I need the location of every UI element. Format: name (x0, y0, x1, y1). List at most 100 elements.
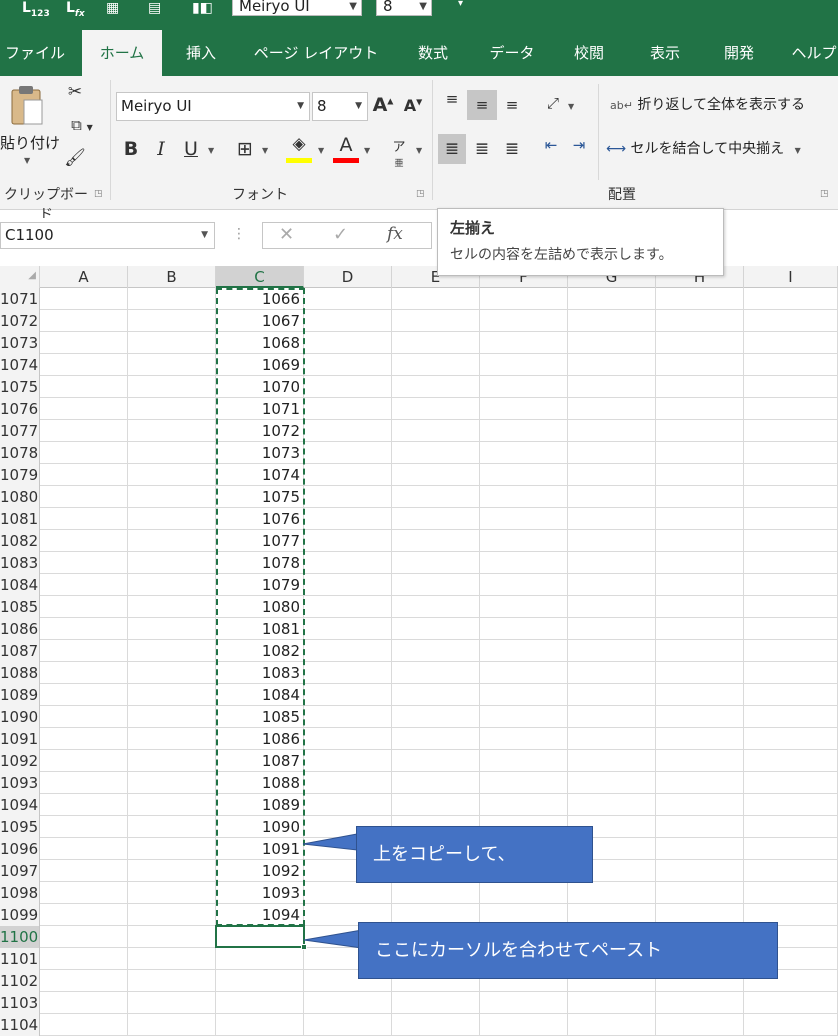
cell[interactable] (40, 574, 128, 596)
chevron-down-icon[interactable]: ▼ (208, 146, 214, 155)
cell[interactable] (304, 486, 392, 508)
row-header[interactable]: 1083 (0, 552, 40, 574)
underline-button[interactable]: U (180, 138, 202, 160)
format-number-icon[interactable]: ▦ (106, 0, 119, 18)
cell[interactable] (744, 376, 838, 398)
cell[interactable] (480, 596, 568, 618)
cell[interactable] (568, 684, 656, 706)
cell[interactable] (40, 662, 128, 684)
cell[interactable] (128, 772, 216, 794)
cell[interactable] (392, 508, 480, 530)
cell[interactable] (568, 1014, 656, 1036)
cell[interactable] (568, 464, 656, 486)
paste-formulas-icon[interactable]: Lfx (66, 0, 85, 19)
tab-formulas[interactable]: 数式 (404, 30, 462, 76)
cell[interactable] (128, 904, 216, 926)
cell[interactable] (392, 772, 480, 794)
cell[interactable] (304, 574, 392, 596)
tab-data[interactable]: データ (480, 30, 544, 76)
cell[interactable] (656, 398, 744, 420)
cell[interactable] (304, 464, 392, 486)
cell[interactable] (392, 992, 480, 1014)
cell[interactable] (656, 596, 744, 618)
cell[interactable] (128, 486, 216, 508)
cell[interactable] (744, 508, 838, 530)
insert-function-icon[interactable]: fx (387, 224, 403, 244)
row-header[interactable]: 1097 (0, 860, 40, 882)
cell[interactable] (744, 684, 838, 706)
resize-handle-icon[interactable]: ⋮ (232, 226, 246, 242)
cell[interactable] (392, 618, 480, 640)
cell[interactable] (656, 574, 744, 596)
cut-icon[interactable]: ✂ (62, 82, 88, 108)
cell[interactable] (568, 288, 656, 310)
top-align-icon[interactable]: ≡ (438, 90, 466, 120)
cell[interactable] (392, 354, 480, 376)
cell[interactable] (392, 574, 480, 596)
cell[interactable] (568, 794, 656, 816)
cell[interactable] (480, 706, 568, 728)
cell[interactable] (656, 552, 744, 574)
cell[interactable] (480, 508, 568, 530)
cell[interactable] (568, 530, 656, 552)
cell[interactable] (40, 750, 128, 772)
cell[interactable] (304, 882, 392, 904)
cell[interactable] (40, 1014, 128, 1036)
row-header[interactable]: 1086 (0, 618, 40, 640)
chevron-down-icon[interactable]: ▼ (318, 146, 324, 155)
cell[interactable] (392, 1014, 480, 1036)
row-header[interactable]: 1080 (0, 486, 40, 508)
copy-icon[interactable]: ⧉ ▼ (62, 116, 102, 142)
cell[interactable] (744, 838, 838, 860)
cell[interactable] (744, 992, 838, 1014)
cell[interactable] (128, 662, 216, 684)
cell[interactable] (392, 794, 480, 816)
cell[interactable] (568, 310, 656, 332)
tab-view[interactable]: 表示 (636, 30, 694, 76)
orientation-icon[interactable]: ⤢ (540, 94, 566, 112)
cell[interactable] (568, 486, 656, 508)
cell[interactable] (304, 376, 392, 398)
cell[interactable] (304, 420, 392, 442)
cell[interactable] (40, 684, 128, 706)
cell[interactable] (744, 882, 838, 904)
cell[interactable] (128, 860, 216, 882)
cell[interactable] (568, 354, 656, 376)
cell[interactable] (128, 398, 216, 420)
cell[interactable] (128, 684, 216, 706)
cell[interactable] (656, 1014, 744, 1036)
row-header[interactable]: 1077 (0, 420, 40, 442)
cell[interactable] (40, 904, 128, 926)
cell[interactable] (40, 332, 128, 354)
cell[interactable] (40, 596, 128, 618)
column-header-b[interactable]: B (128, 266, 216, 288)
cell[interactable] (656, 838, 744, 860)
cell[interactable] (656, 640, 744, 662)
chevron-down-icon[interactable]: ▼ (262, 146, 268, 155)
cell[interactable] (392, 486, 480, 508)
row-header[interactable]: 1088 (0, 662, 40, 684)
cell[interactable] (304, 442, 392, 464)
cell[interactable] (480, 420, 568, 442)
row-header[interactable]: 1091 (0, 728, 40, 750)
cell[interactable] (656, 354, 744, 376)
cell[interactable] (656, 684, 744, 706)
cell[interactable] (128, 970, 216, 992)
cell[interactable] (304, 398, 392, 420)
qa-font-name-select[interactable]: Meiryo UI ▼ (232, 0, 362, 16)
format-painter-icon[interactable]: 🖌 (62, 148, 88, 174)
cell[interactable] (568, 442, 656, 464)
cell[interactable] (128, 332, 216, 354)
cell[interactable] (568, 882, 656, 904)
row-header[interactable]: 1103 (0, 992, 40, 1014)
cell[interactable] (304, 552, 392, 574)
bottom-align-icon[interactable]: ≡ (498, 96, 526, 126)
borders-icon[interactable]: ⊞ (230, 138, 260, 160)
cell[interactable] (128, 926, 216, 948)
cell[interactable] (744, 728, 838, 750)
name-box[interactable]: C1100 ▼ (0, 222, 215, 249)
cell[interactable] (40, 618, 128, 640)
cell[interactable] (568, 508, 656, 530)
cell[interactable] (480, 882, 568, 904)
cell[interactable] (744, 552, 838, 574)
